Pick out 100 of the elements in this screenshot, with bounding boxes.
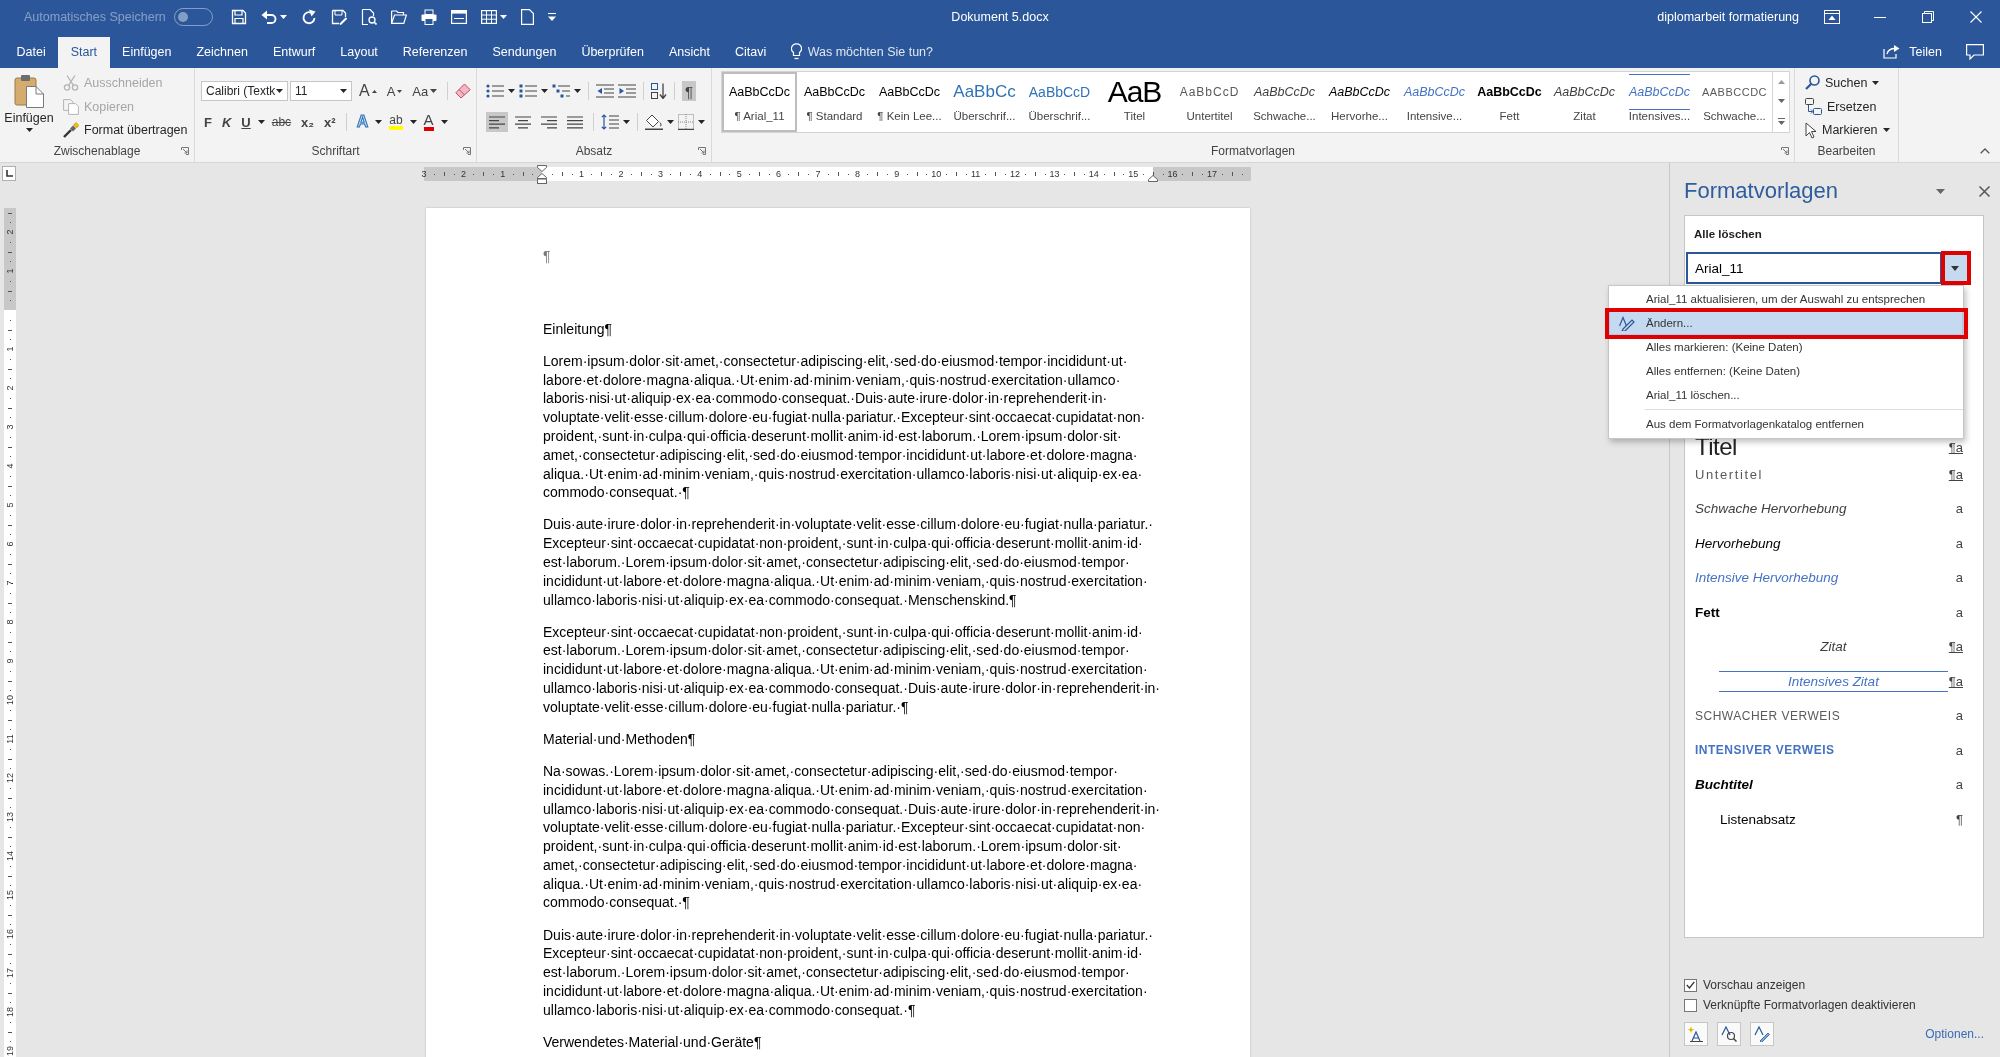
tell-me-field[interactable]: Was möchten Sie tun? <box>807 44 948 59</box>
new-style-button[interactable] <box>1684 1022 1708 1046</box>
caret-icon[interactable] <box>499 15 507 19</box>
style-preview[interactable]: AaBbCcD <box>1179 74 1240 110</box>
dialog-launcher-icon[interactable] <box>463 147 471 155</box>
style-gallery-item[interactable]: AaBbCcDc Intensives... <box>1622 72 1697 132</box>
share-icon[interactable] <box>1883 44 1901 59</box>
text-format-button[interactable]: U <box>238 112 254 132</box>
style-inspector-button[interactable] <box>1717 1022 1741 1046</box>
style-name[interactable]: Listenabsatz <box>1695 811 1939 827</box>
style-gallery-item[interactable]: AaBbCcDc Intensive... <box>1397 72 1472 132</box>
ribbon-tab[interactable]: Layout <box>327 37 391 68</box>
style-preview[interactable]: AaB <box>1107 74 1162 110</box>
font-size-button[interactable]: A <box>383 81 406 101</box>
caret-icon[interactable] <box>1882 128 1890 133</box>
style-name[interactable]: Überschrif... <box>953 110 1016 122</box>
text-format-button[interactable]: K <box>218 112 235 132</box>
style-preview[interactable]: AaBbCcDc <box>803 74 866 110</box>
text-format-button[interactable]: x₂ <box>298 112 318 132</box>
editing-action[interactable]: Markieren <box>1805 118 1890 142</box>
tab-stop-selector[interactable] <box>2 166 16 181</box>
style-name[interactable]: Untertitel <box>1186 110 1233 122</box>
style-name[interactable]: Zitat <box>1719 639 1948 655</box>
bullet-list-icon[interactable] <box>486 84 504 98</box>
paint-bucket-icon[interactable] <box>645 114 663 130</box>
more-styles-icon[interactable] <box>1777 117 1785 125</box>
clipboard-icon[interactable] <box>14 74 44 108</box>
more-options-icon[interactable] <box>547 13 556 21</box>
caret-icon[interactable] <box>508 89 515 93</box>
paintbrush-icon[interactable] <box>63 122 79 139</box>
collapse-ribbon-icon[interactable] <box>1980 148 1990 154</box>
style-name[interactable]: Fett <box>1499 110 1520 122</box>
style-name[interactable]: Intensives... <box>1628 110 1691 122</box>
style-gallery-item[interactable]: AaBbCcDc Fett <box>1472 72 1547 132</box>
caret-down-icon[interactable] <box>397 89 403 93</box>
style-name[interactable]: Schwache Hervorhebung <box>1695 501 1939 517</box>
options-link[interactable]: Optionen... <box>1925 1027 1984 1041</box>
style-preview[interactable]: AaBbCc <box>953 74 1016 110</box>
caret-icon[interactable] <box>279 15 287 19</box>
window-icon[interactable] <box>450 10 467 24</box>
paste-button[interactable]: Einfügen <box>4 68 54 142</box>
folder-icon[interactable] <box>390 10 407 24</box>
style-name[interactable]: Buchtitel <box>1695 777 1939 793</box>
font-size-button[interactable]: A <box>356 81 380 101</box>
right-indent-marker-icon[interactable] <box>1148 175 1159 182</box>
style-preview[interactable]: AaBbCcDc <box>1553 74 1616 110</box>
checkbox[interactable] <box>1684 998 1697 1012</box>
checkbox[interactable] <box>1684 978 1697 992</box>
text-color-button[interactable]: A <box>420 112 437 132</box>
scroll-down-icon[interactable] <box>1777 98 1785 103</box>
style-gallery-item[interactable]: AaBbCcDc ¶ Standard <box>797 72 872 132</box>
ribbon-tab[interactable]: Ansicht <box>656 37 723 68</box>
menu-item[interactable]: Alles entfernen: (Keine Daten) <box>1609 359 1963 383</box>
checkbox-label[interactable]: Vorschau anzeigen <box>1703 978 1806 992</box>
style-preview[interactable]: AaBbCcDc <box>1628 74 1691 110</box>
style-name[interactable]: SCHWACHER VERWEIS <box>1695 708 1939 723</box>
manage-styles-button[interactable] <box>1750 1022 1774 1046</box>
redo-icon[interactable] <box>300 9 317 25</box>
style-gallery-item[interactable]: AaBbCcD Überschrif... <box>1022 72 1097 132</box>
style-gallery-item[interactable]: AABBCCDC Schwache... <box>1697 72 1772 132</box>
style-gallery-item[interactable]: AaBbCcDc Hervorhe... <box>1322 72 1397 132</box>
clipboard-action[interactable]: Format übertragen <box>63 118 188 142</box>
caret-icon[interactable] <box>541 89 548 93</box>
style-name[interactable]: ¶ Kein Lee... <box>877 110 942 122</box>
ribbon-tab[interactable]: Datei <box>4 37 59 68</box>
numbered-list-icon[interactable] <box>519 84 537 98</box>
caret-icon[interactable] <box>276 89 283 93</box>
style-name[interactable]: Intensives Zitat <box>1719 670 1948 692</box>
font-name-field[interactable]: Calibri (Textk <box>201 81 288 101</box>
dialog-launcher-icon[interactable] <box>181 147 189 155</box>
caret-icon[interactable] <box>375 120 383 124</box>
menu-item[interactable]: Arial_11 aktualisieren, um der Auswahl zu entsprechen <box>1609 287 1963 311</box>
style-preview[interactable]: AaBbCcDc <box>878 74 941 110</box>
user-name[interactable]: diplomarbeit formatierung <box>1657 10 1799 24</box>
clear-all-item[interactable]: Alle löschen <box>1685 224 1762 244</box>
caret-icon[interactable] <box>440 120 448 124</box>
style-gallery-item[interactable]: AaBbCcDc Schwache... <box>1247 72 1322 132</box>
style-name[interactable]: Intensive Hervorhebung <box>1695 570 1939 586</box>
style-preview[interactable]: AaBbCcDc <box>1253 74 1316 110</box>
style-name[interactable]: Intensive... <box>1406 110 1463 122</box>
search-icon[interactable] <box>1805 75 1820 91</box>
style-preview[interactable]: AaBbCcD <box>1028 74 1091 110</box>
font-size-field[interactable]: 11 <box>290 81 352 101</box>
style-name[interactable]: Fett <box>1695 604 1939 620</box>
change-case-button[interactable]: Aa <box>409 81 441 101</box>
style-name[interactable]: Überschrif... <box>1028 110 1091 122</box>
decrease-indent-icon[interactable] <box>596 84 614 98</box>
print-preview-icon[interactable] <box>360 9 377 25</box>
undo-icon[interactable] <box>260 9 277 25</box>
caret-icon[interactable] <box>667 120 674 124</box>
style-name[interactable]: ¶ Arial_11 <box>734 110 785 122</box>
style-gallery-item[interactable]: AaBbCcD Untertitel <box>1172 72 1247 132</box>
style-preview[interactable]: AABBCCDC <box>1701 74 1768 110</box>
text-format-button[interactable]: F <box>201 112 215 132</box>
line-spacing-icon[interactable] <box>601 114 619 130</box>
ribbon-tab[interactable]: Start <box>58 37 110 68</box>
printer-icon[interactable] <box>420 9 437 25</box>
style-preview[interactable]: AaBbCcDc <box>728 74 791 110</box>
editing-action[interactable]: Suchen <box>1805 71 1890 95</box>
scroll-up-icon[interactable] <box>1777 79 1785 84</box>
